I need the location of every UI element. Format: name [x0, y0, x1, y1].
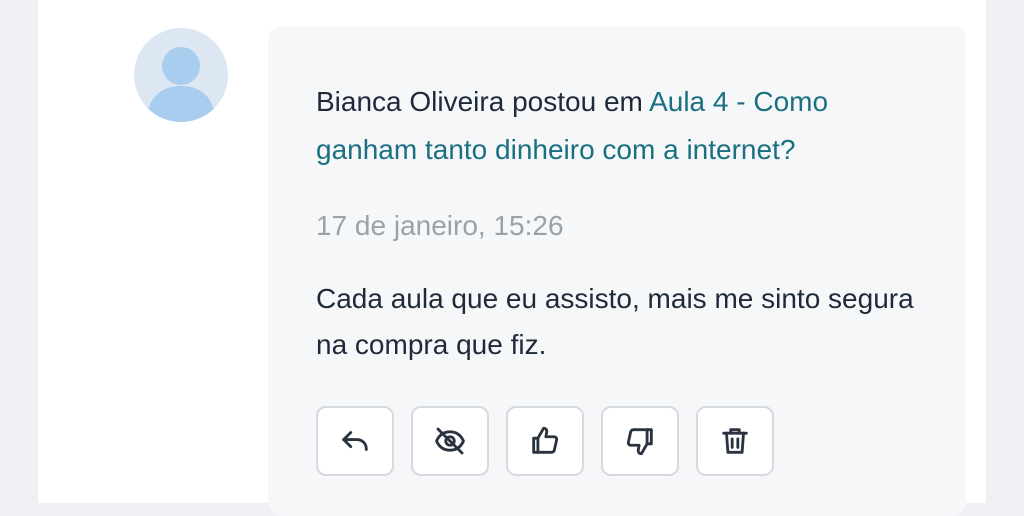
comment-bubble: Bianca Oliveira postou em Aula 4 - Como … — [268, 26, 966, 516]
dislike-button[interactable] — [601, 406, 679, 476]
like-button[interactable] — [506, 406, 584, 476]
post-action-text: postou em — [504, 86, 650, 117]
post-timestamp: 17 de janeiro, 15:26 — [316, 210, 564, 241]
avatar — [134, 28, 228, 122]
eye-off-icon — [435, 427, 465, 455]
thumbs-up-icon — [532, 426, 559, 454]
post-header: Bianca Oliveira postou em Aula 4 - Como … — [316, 78, 906, 174]
reply-icon — [342, 431, 368, 451]
trash-icon — [722, 428, 748, 454]
user-silhouette-icon — [146, 47, 216, 122]
hide-button[interactable] — [411, 406, 489, 476]
comment-body: Cada aula que eu assisto, mais me sinto … — [316, 283, 914, 360]
comment-card: Bianca Oliveira postou em Aula 4 - Como … — [38, 0, 986, 516]
comment-actions — [316, 406, 774, 476]
thumbs-down-icon — [626, 428, 653, 456]
reply-button[interactable] — [316, 406, 394, 476]
author-name: Bianca Oliveira — [316, 86, 505, 117]
delete-button[interactable] — [696, 406, 774, 476]
